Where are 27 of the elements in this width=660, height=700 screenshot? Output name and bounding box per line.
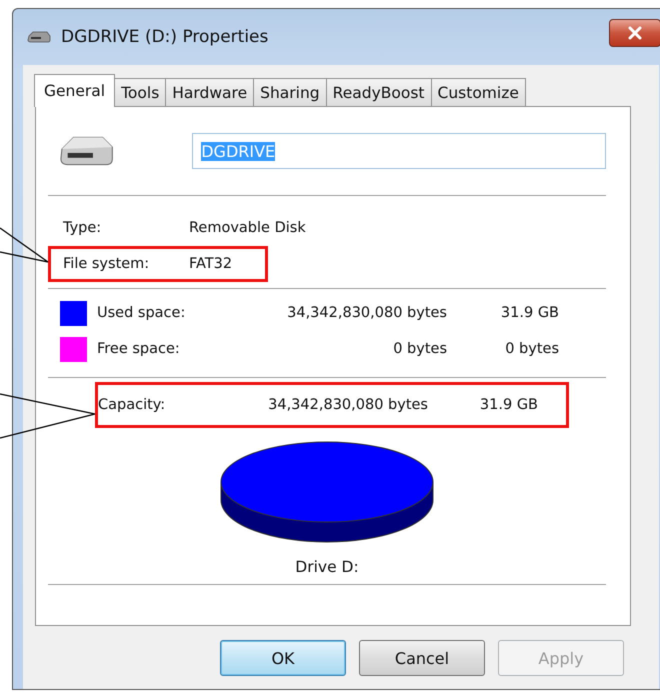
tab[interactable]: Customize [430, 78, 526, 106]
tab[interactable]: ReadyBoost [326, 78, 432, 106]
field-label: File system: [63, 256, 150, 272]
field-value: FAT32 [189, 256, 232, 272]
field-label: Type: [63, 220, 102, 236]
close-button[interactable] [609, 19, 660, 47]
field-value: 0 bytes [392, 341, 447, 357]
field-value: 34,342,830,080 bytes [267, 397, 428, 413]
field-value: 34,342,830,080 bytes [286, 305, 447, 321]
chart-caption: Drive D: [295, 558, 359, 576]
leader-line [0, 227, 49, 263]
close-icon [626, 26, 644, 40]
dialog-button[interactable]: Cancel [359, 640, 485, 676]
tab[interactable]: Sharing [253, 78, 327, 106]
field-label: Capacity: [98, 397, 166, 413]
field-value: 31.9 GB [478, 397, 538, 413]
tab[interactable]: Tools [114, 78, 166, 106]
tab[interactable]: General [34, 74, 116, 107]
field-label: Free space: [97, 341, 181, 357]
window-title: DGDRIVE (D:) Properties [61, 27, 270, 47]
field-value: 0 bytes [504, 341, 559, 357]
field-label: Used space: [97, 305, 186, 321]
field-value: 31.9 GB [500, 305, 559, 321]
tab[interactable]: Hardware [165, 78, 254, 106]
field-value: Removable Disk [189, 220, 306, 236]
drive-icon [27, 31, 51, 43]
dialog-button[interactable]: OK [220, 640, 346, 676]
